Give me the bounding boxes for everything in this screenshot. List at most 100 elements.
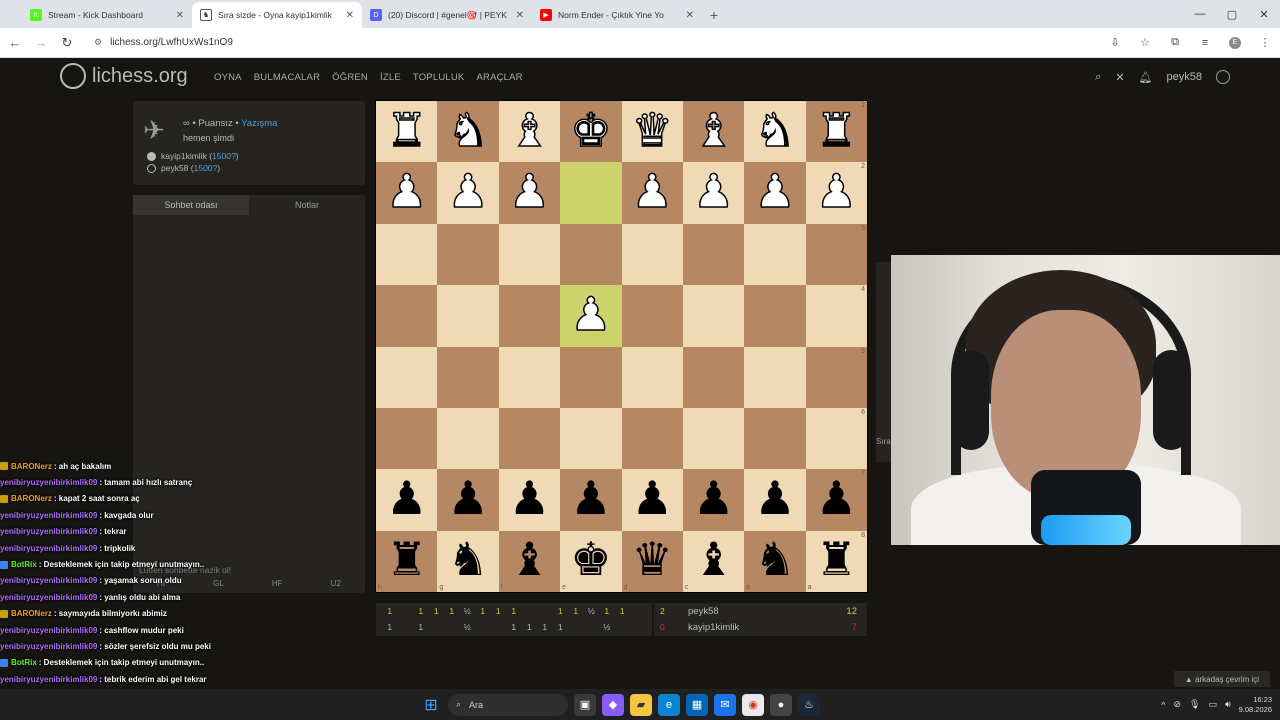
white-pawn-piece[interactable]: ♟: [815, 167, 858, 215]
obs-icon[interactable]: ●: [770, 693, 792, 716]
board-square[interactable]: 5: [805, 346, 867, 408]
black-bishop-piece[interactable]: ♝: [509, 536, 550, 582]
url-field[interactable]: ⚙ lichess.org/LwfhUxWs1nO9: [94, 37, 1100, 48]
steam-icon[interactable]: ♨: [798, 693, 820, 716]
board-square[interactable]: [621, 285, 683, 347]
board-square[interactable]: ♟: [744, 469, 806, 531]
monitor-icon[interactable]: ▭: [1208, 699, 1217, 710]
tab-close-icon[interactable]: ✕: [686, 10, 694, 21]
board-square[interactable]: ♝ c: [682, 530, 745, 592]
board-square[interactable]: ♜ 1: [805, 101, 867, 163]
maximize-icon[interactable]: ▢: [1216, 0, 1248, 28]
nav-watch[interactable]: İZLE: [380, 72, 401, 83]
board-square[interactable]: [682, 407, 745, 470]
board-square[interactable]: ♟: [682, 469, 745, 531]
user-avatar-icon[interactable]: [1216, 70, 1230, 84]
board-square[interactable]: ♞ b: [744, 530, 806, 592]
white-bishop-piece[interactable]: ♝: [508, 106, 551, 154]
board-square[interactable]: ♟: [621, 162, 683, 224]
crosstable-cell[interactable]: 1: [553, 606, 569, 616]
black-pawn-piece[interactable]: ♟: [754, 475, 795, 521]
black-pawn-piece[interactable]: ♟: [632, 475, 673, 521]
player-row-1[interactable]: kayip1kimlik (1500?): [147, 151, 239, 161]
browser-tab[interactable]: ♞ Sıra sizde - Oyna kayip1kimlik ✕: [192, 2, 362, 28]
friends-online-bar[interactable]: ▲ arkadaş çevrim içi: [1174, 671, 1270, 687]
board-square[interactable]: ♟: [498, 162, 561, 224]
white-rook-piece[interactable]: ♜: [385, 106, 428, 154]
board-square[interactable]: [560, 407, 622, 470]
edge-icon[interactable]: e: [658, 693, 680, 716]
black-pawn-piece[interactable]: ♟: [816, 475, 857, 521]
board-square[interactable]: [560, 223, 622, 286]
crosstable-cell[interactable]: 1: [475, 606, 491, 616]
browser-tab[interactable]: D (20) Discord | #genel🎯 | PEYK ✕: [362, 2, 532, 28]
board-square[interactable]: [744, 285, 806, 347]
notification-bell-icon[interactable]: 🔔︎: [1139, 71, 1153, 84]
crosstable-cell[interactable]: ½: [584, 606, 600, 616]
nav-community[interactable]: TOPLULUK: [413, 72, 465, 83]
site-logo[interactable]: lichess.org: [60, 63, 188, 89]
board-square[interactable]: [621, 407, 683, 470]
challenge-icon[interactable]: ✕: [1115, 71, 1124, 84]
board-square[interactable]: [437, 346, 499, 408]
forward-icon[interactable]: →: [28, 30, 54, 56]
board-square[interactable]: ♜: [376, 101, 438, 163]
clock[interactable]: 16:23 9.08.2026: [1239, 695, 1272, 715]
crosstable-cell[interactable]: 1: [537, 622, 553, 632]
crosstable-cell[interactable]: 1: [444, 606, 460, 616]
white-king-piece[interactable]: ♚: [569, 106, 612, 154]
board-square[interactable]: ♟: [560, 469, 622, 531]
crosstable-cell[interactable]: 1: [615, 606, 631, 616]
board-square[interactable]: ♝: [498, 101, 561, 163]
black-knight-piece[interactable]: ♞: [447, 536, 488, 582]
board-square[interactable]: [498, 285, 561, 347]
volume-icon[interactable]: 🔊︎: [1225, 699, 1231, 710]
crosstable-cell[interactable]: 1: [553, 622, 569, 632]
black-queen-piece[interactable]: ♛: [632, 536, 673, 582]
copilot-icon[interactable]: ◆: [602, 693, 624, 716]
crosstable-cell[interactable]: 1: [413, 606, 429, 616]
browser-tab[interactable]: ▶ Norm Ender - Çıktık Yine Yo ✕: [532, 2, 702, 28]
board-square[interactable]: [437, 285, 499, 347]
game-mode-link[interactable]: Yazışma: [241, 118, 277, 129]
white-pawn-piece[interactable]: ♟: [385, 167, 428, 215]
windows-start-icon[interactable]: ⊞: [420, 694, 442, 716]
media-controls-icon[interactable]: ≡: [1190, 30, 1220, 56]
crosstable-cell[interactable]: 1: [413, 622, 429, 632]
board-square[interactable]: ♛: [621, 101, 683, 163]
board-square[interactable]: [744, 223, 806, 286]
menu-dots-icon[interactable]: ⋮: [1250, 30, 1280, 56]
board-square[interactable]: ♞ g: [437, 530, 499, 592]
bookmark-star-icon[interactable]: ☆: [1130, 30, 1160, 56]
black-pawn-piece[interactable]: ♟: [693, 475, 734, 521]
board-square[interactable]: ♛ d: [621, 530, 683, 592]
username-link[interactable]: peyk58: [1167, 71, 1202, 83]
score-player-name[interactable]: peyk58: [674, 606, 843, 617]
tab-close-icon[interactable]: ✕: [176, 10, 184, 21]
crosstable-cell[interactable]: ½: [599, 622, 615, 632]
board-square[interactable]: ♟: [376, 162, 438, 224]
profile-button[interactable]: E: [1220, 30, 1250, 56]
board-square[interactable]: [437, 223, 499, 286]
board-square[interactable]: ♟ 2: [805, 162, 867, 224]
board-square[interactable]: ♟: [682, 162, 745, 224]
white-knight-piece[interactable]: ♞: [754, 106, 797, 154]
install-app-icon[interactable]: ⇩: [1100, 30, 1130, 56]
crosstable-cell[interactable]: ½: [460, 606, 476, 616]
back-icon[interactable]: ←: [2, 30, 28, 56]
board-square[interactable]: 4: [805, 285, 867, 347]
board-square[interactable]: ♟: [621, 469, 683, 531]
tab-close-icon[interactable]: ✕: [346, 10, 354, 21]
board-square[interactable]: [744, 407, 806, 470]
black-pawn-piece[interactable]: ♟: [509, 475, 550, 521]
site-info-icon[interactable]: ⚙: [94, 37, 102, 48]
player-row-2[interactable]: peyk58 (1500?): [147, 163, 220, 173]
white-knight-piece[interactable]: ♞: [447, 106, 490, 154]
board-square[interactable]: [498, 223, 561, 286]
board-square[interactable]: [682, 223, 745, 286]
board-square[interactable]: ♟: [437, 162, 499, 224]
board-square[interactable]: ♜ 8 a: [805, 530, 867, 592]
nav-learn[interactable]: ÖĞREN: [332, 72, 368, 83]
file-explorer-icon[interactable]: ▰: [630, 693, 652, 716]
board-square[interactable]: [376, 346, 438, 408]
